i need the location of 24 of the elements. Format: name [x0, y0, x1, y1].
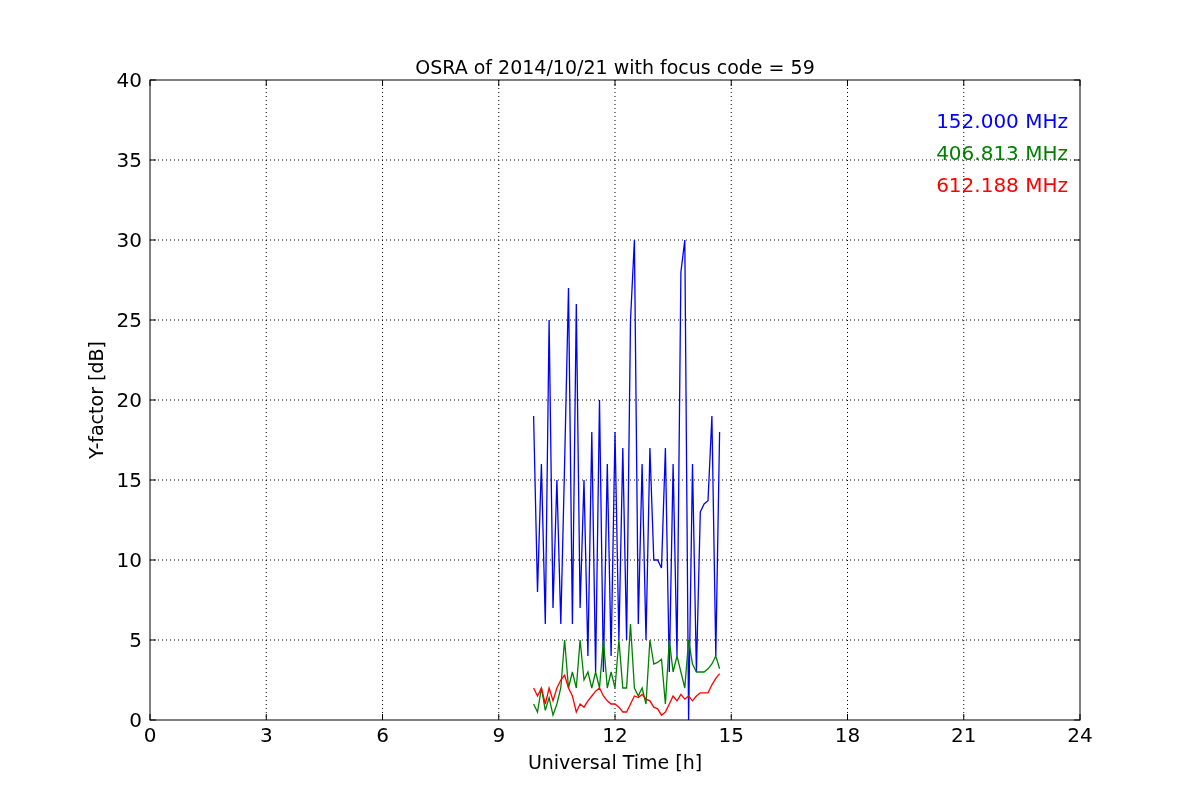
x-tick-label: 0: [143, 723, 157, 747]
x-tick-label: 24: [1067, 723, 1093, 747]
y-tick-label: 5: [129, 628, 142, 652]
y-axis-label: Y-factor [dB]: [85, 341, 107, 459]
x-tick-label: 18: [834, 723, 861, 747]
x-tick-label: 21: [951, 723, 977, 747]
y-tick-label: 35: [116, 148, 142, 172]
y-tick-label: 10: [116, 548, 142, 572]
x-tick-label: 3: [259, 723, 273, 747]
legend-label: 612.188 MHz: [936, 173, 1068, 197]
y-tick-label: 30: [116, 228, 142, 252]
x-axis-label: Universal Time [h]: [527, 751, 703, 773]
y-tick-label: 15: [116, 468, 142, 492]
x-tick-label: 15: [718, 723, 744, 747]
x-tick-label: 6: [376, 723, 389, 747]
x-tick-label: 12: [602, 723, 628, 747]
legend-label: 406.813 MHz: [936, 141, 1068, 165]
y-tick-label: 0: [129, 708, 142, 732]
x-tick-label: 9: [492, 723, 506, 747]
y-tick-label: 25: [116, 308, 142, 332]
chart-title: OSRA of 2014/10/21 with focus code = 59: [415, 56, 815, 78]
y-tick-label: 20: [116, 388, 142, 412]
legend-label: 152.000 MHz: [936, 109, 1068, 133]
y-tick-label: 40: [116, 68, 142, 92]
